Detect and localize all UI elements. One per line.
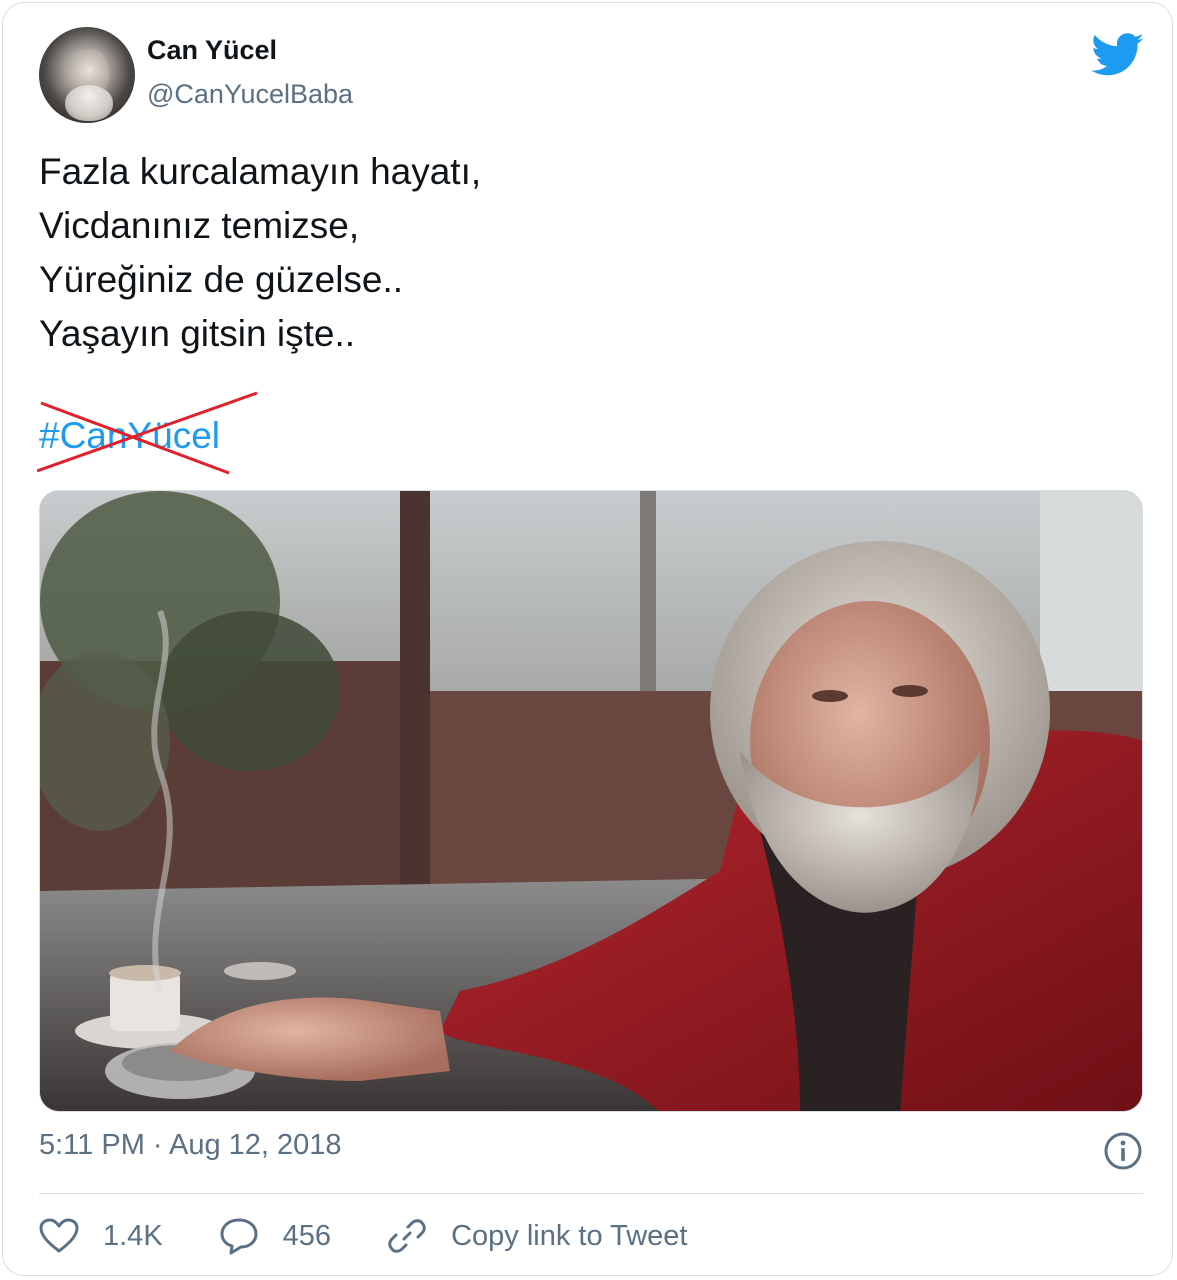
tweet-line: Yaşayın gitsin işte.. xyxy=(39,313,356,354)
tweet-timestamp[interactable]: 5:11 PM · Aug 12, 2018 xyxy=(39,1129,342,1162)
info-icon[interactable] xyxy=(1103,1131,1143,1171)
hashtag-container: #CanYücel xyxy=(37,389,267,481)
tweet-line: Fazla kurcalamayın hayatı, xyxy=(39,151,482,192)
reply-count: 456 xyxy=(282,1219,332,1252)
tweet-line: Vicdanınız temizse, xyxy=(39,205,360,246)
reply-button[interactable]: 456 xyxy=(219,1217,331,1255)
reply-icon xyxy=(220,1218,258,1255)
strike-through-cross xyxy=(37,391,258,475)
link-icon xyxy=(388,1219,426,1253)
copy-link-label: Copy link to Tweet xyxy=(451,1219,688,1252)
tweet-card: Can Yücel @CanYucelBaba Fazla kurcalamay… xyxy=(2,2,1173,1276)
author-name[interactable]: Can Yücel xyxy=(147,35,277,66)
divider xyxy=(39,1193,1143,1194)
like-button[interactable]: 1.4K xyxy=(39,1218,163,1254)
twitter-bird-icon[interactable] xyxy=(1091,33,1145,77)
author-handle[interactable]: @CanYucelBaba xyxy=(147,79,353,110)
tweet-photo[interactable] xyxy=(39,490,1143,1112)
avatar[interactable] xyxy=(39,27,135,123)
photo-illustration xyxy=(40,491,1142,1111)
like-count: 1.4K xyxy=(103,1219,163,1252)
heart-icon xyxy=(39,1218,79,1253)
copy-link-button[interactable]: Copy link to Tweet xyxy=(387,1216,687,1256)
tweet-actions: 1.4K 456 Copy link to Tweet xyxy=(39,1211,743,1261)
tweet-text: Fazla kurcalamayın hayatı, Vicdanınız te… xyxy=(39,145,481,361)
tweet-line: Yüreğiniz de güzelse.. xyxy=(39,259,404,300)
